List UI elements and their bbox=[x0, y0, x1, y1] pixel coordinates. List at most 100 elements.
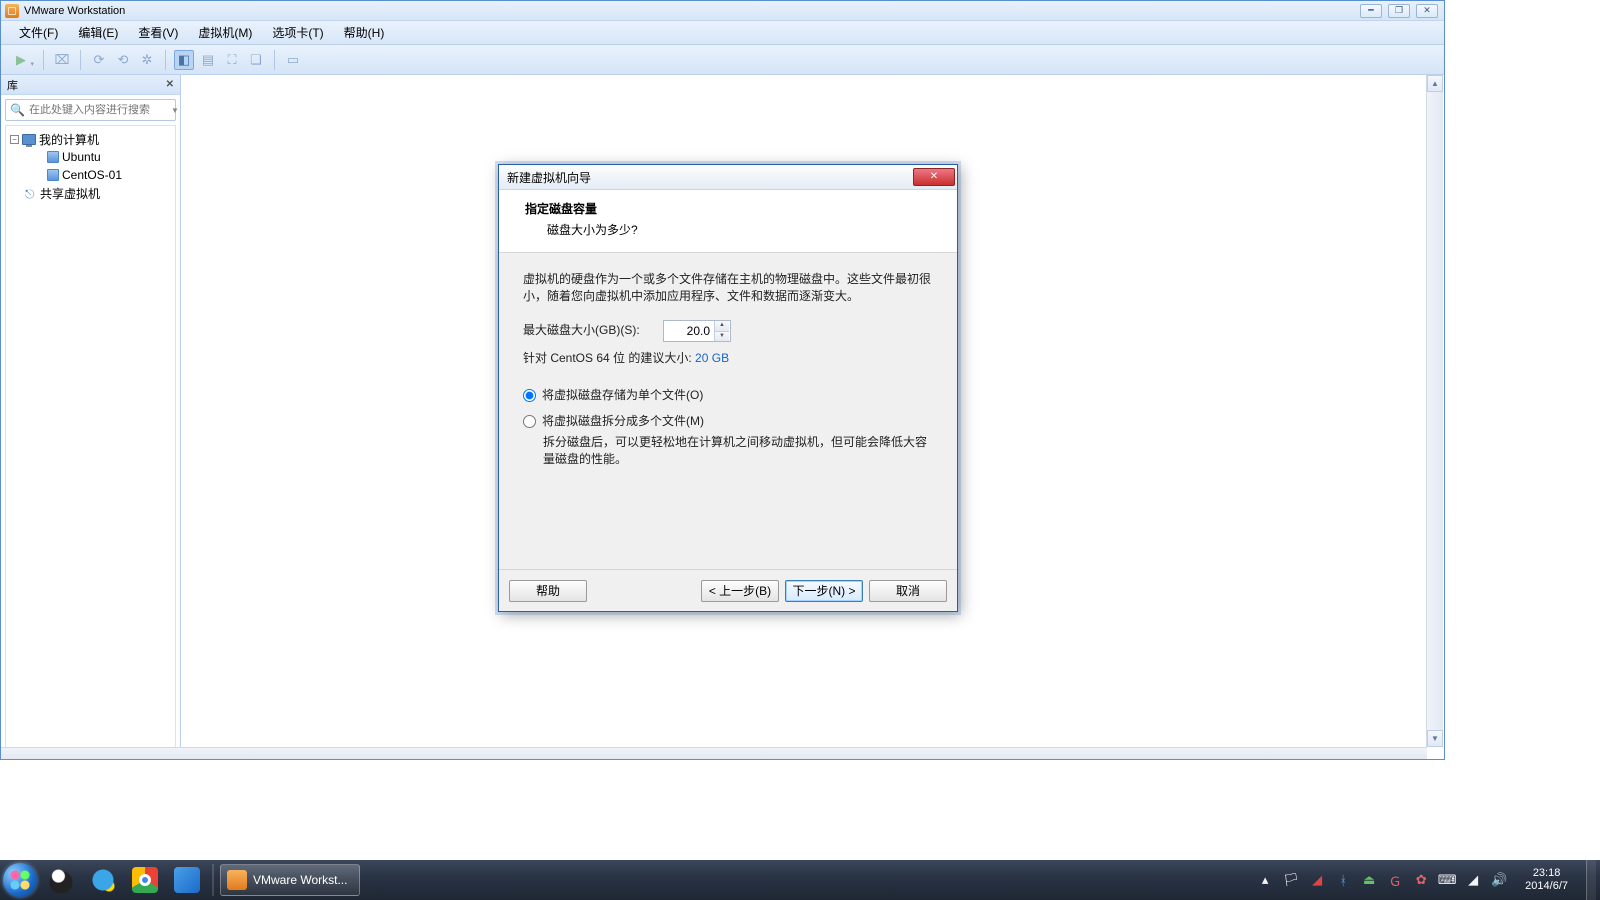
new-vm-wizard-dialog: 新建虚拟机向导 ✕ 指定磁盘容量 磁盘大小为多少? 虚拟机的硬盘作为一个或多个文… bbox=[498, 164, 958, 612]
help-button[interactable]: 帮助 bbox=[509, 580, 587, 602]
tray-network-icon[interactable]: ◢ bbox=[1309, 872, 1325, 888]
disk-size-input[interactable] bbox=[664, 324, 714, 338]
tree-label: CentOS-01 bbox=[62, 168, 122, 182]
desktop-background bbox=[0, 760, 1600, 860]
toolbar-separator bbox=[43, 50, 44, 70]
tray-wifi-icon[interactable]: ◢ bbox=[1465, 872, 1481, 888]
tray-volume-icon[interactable]: 🔊 bbox=[1491, 872, 1507, 888]
dialog-titlebar[interactable]: 新建虚拟机向导 ✕ bbox=[499, 165, 957, 190]
tree-node-vm[interactable]: Ubuntu bbox=[8, 148, 173, 166]
app-title: VMware Workstation bbox=[24, 5, 125, 17]
computer-icon bbox=[22, 134, 36, 145]
dialog-close-button[interactable]: ✕ bbox=[913, 168, 955, 186]
collapse-icon[interactable]: − bbox=[10, 135, 19, 144]
library-header: 库 ✕ bbox=[1, 75, 180, 95]
console-view-button[interactable]: ▭ bbox=[283, 50, 303, 70]
system-tray: ▴ 🏳 ◢ ᚼ ⏏ Ｇ ✿ ⌨ ◢ 🔊 23:18 2014/6/7 bbox=[1257, 860, 1600, 900]
menu-vm[interactable]: 虚拟机(M) bbox=[188, 20, 262, 45]
menu-edit[interactable]: 编辑(E) bbox=[68, 20, 128, 45]
taskbar-app-vmware[interactable]: VMware Workst... bbox=[220, 864, 360, 896]
qq-icon bbox=[48, 867, 74, 893]
toolbar-separator bbox=[274, 50, 275, 70]
horizontal-scrollbar[interactable] bbox=[1, 747, 1427, 759]
library-search[interactable]: 🔍 ▼ bbox=[5, 99, 176, 121]
tray-security-icon[interactable]: Ｇ bbox=[1387, 872, 1403, 888]
start-button[interactable] bbox=[0, 860, 40, 900]
power-on-button[interactable]: ▶ bbox=[7, 50, 35, 70]
scroll-track[interactable] bbox=[1427, 92, 1443, 730]
shared-vm-icon bbox=[25, 187, 37, 199]
dialog-heading: 指定磁盘容量 bbox=[525, 200, 941, 217]
window-restore-button[interactable]: ❐ bbox=[1388, 4, 1410, 18]
tree-label: 共享虚拟机 bbox=[40, 185, 100, 202]
tray-bluetooth-icon[interactable]: ᚼ bbox=[1335, 872, 1351, 888]
window-close-button[interactable]: ✕ bbox=[1416, 4, 1438, 18]
toolbar-separator bbox=[80, 50, 81, 70]
tray-input-icon[interactable]: ⌨ bbox=[1439, 872, 1455, 888]
vmware-icon bbox=[227, 870, 247, 890]
library-header-label: 库 bbox=[7, 77, 18, 93]
toolbar: ▶ ⌧ ⟳ ⟲ ✲ ◧ ▤ ⛶ ❏ ▭ bbox=[1, 45, 1444, 75]
tree-node-vm[interactable]: CentOS-01 bbox=[8, 166, 173, 184]
library-close-button[interactable]: ✕ bbox=[166, 79, 174, 90]
window-minimize-button[interactable]: ━ bbox=[1360, 4, 1382, 18]
back-button[interactable]: < 上一步(B) bbox=[701, 580, 779, 602]
tray-show-hidden-icon[interactable]: ▴ bbox=[1257, 872, 1273, 888]
menu-view[interactable]: 查看(V) bbox=[128, 20, 188, 45]
library-search-input[interactable] bbox=[29, 104, 171, 116]
disk-size-label: 最大磁盘大小(GB)(S): bbox=[523, 322, 663, 339]
show-library-button[interactable]: ◧ bbox=[174, 50, 194, 70]
menu-help[interactable]: 帮助(H) bbox=[334, 20, 395, 45]
explorer-icon bbox=[174, 867, 200, 893]
tray-safe-remove-icon[interactable]: ⏏ bbox=[1361, 872, 1377, 888]
dialog-title: 新建虚拟机向导 bbox=[507, 169, 591, 186]
spinner-down-button[interactable]: ▼ bbox=[714, 331, 729, 341]
clock-time: 23:18 bbox=[1525, 867, 1568, 880]
tree-label: Ubuntu bbox=[62, 150, 101, 164]
thumbnail-bar-button[interactable]: ▤ bbox=[198, 50, 218, 70]
tray-app-icon[interactable]: ✿ bbox=[1413, 872, 1429, 888]
show-desktop-button[interactable] bbox=[1586, 860, 1596, 900]
unity-button[interactable]: ❏ bbox=[246, 50, 266, 70]
pinned-explorer[interactable] bbox=[167, 864, 207, 896]
taskbar-separator bbox=[212, 864, 214, 896]
next-button[interactable]: 下一步(N) > bbox=[785, 580, 863, 602]
tree-node-shared-vms[interactable]: 共享虚拟机 bbox=[8, 184, 173, 202]
radio-single-file[interactable]: 将虚拟磁盘存储为单个文件(O) bbox=[523, 387, 933, 404]
radio-split-files[interactable]: 将虚拟磁盘拆分成多个文件(M) bbox=[523, 413, 933, 430]
chrome-icon bbox=[132, 867, 158, 893]
app-titlebar[interactable]: VMware Workstation ━ ❐ ✕ bbox=[1, 1, 1444, 21]
tree-node-my-computer[interactable]: − 我的计算机 bbox=[8, 130, 173, 148]
radio-split-files-input[interactable] bbox=[523, 415, 536, 428]
radio-single-file-input[interactable] bbox=[523, 389, 536, 402]
send-ctrl-alt-del-button[interactable]: ⌧ bbox=[52, 50, 72, 70]
tray-action-center-icon[interactable]: 🏳 bbox=[1283, 872, 1299, 888]
fullscreen-button[interactable]: ⛶ bbox=[222, 50, 242, 70]
scroll-up-button[interactable]: ▲ bbox=[1427, 75, 1443, 92]
snapshot-take-button[interactable]: ⟳ bbox=[89, 50, 109, 70]
pinned-ie[interactable] bbox=[83, 864, 123, 896]
menu-file[interactable]: 文件(F) bbox=[9, 20, 68, 45]
windows-logo-icon bbox=[3, 863, 37, 897]
vertical-scrollbar[interactable]: ▲ ▼ bbox=[1426, 75, 1443, 747]
library-sidebar: 库 ✕ 🔍 ▼ − 我的计算机 Ubuntu bbox=[1, 75, 181, 759]
pinned-qq[interactable] bbox=[41, 864, 81, 896]
dialog-subheading: 磁盘大小为多少? bbox=[525, 217, 941, 238]
menubar: 文件(F) 编辑(E) 查看(V) 虚拟机(M) 选项卡(T) 帮助(H) bbox=[1, 21, 1444, 45]
taskbar-clock[interactable]: 23:18 2014/6/7 bbox=[1517, 867, 1576, 893]
recommended-size-text: 针对 CentOS 64 位 的建议大小: 20 GB bbox=[523, 350, 933, 367]
disk-size-spinner[interactable]: ▲ ▼ bbox=[663, 320, 731, 342]
spinner-up-button[interactable]: ▲ bbox=[714, 321, 729, 331]
vm-icon bbox=[47, 169, 59, 181]
library-tree: − 我的计算机 Ubuntu CentOS-01 共享虚拟 bbox=[5, 125, 176, 759]
snapshot-manager-button[interactable]: ✲ bbox=[137, 50, 157, 70]
scroll-down-button[interactable]: ▼ bbox=[1427, 730, 1443, 747]
toolbar-separator bbox=[165, 50, 166, 70]
snapshot-revert-button[interactable]: ⟲ bbox=[113, 50, 133, 70]
dialog-footer: 帮助 < 上一步(B) 下一步(N) > 取消 bbox=[499, 569, 957, 611]
vm-icon bbox=[47, 151, 59, 163]
pinned-chrome[interactable] bbox=[125, 864, 165, 896]
cancel-button[interactable]: 取消 bbox=[869, 580, 947, 602]
search-dropdown-icon[interactable]: ▼ bbox=[171, 106, 179, 115]
menu-tabs[interactable]: 选项卡(T) bbox=[262, 20, 333, 45]
